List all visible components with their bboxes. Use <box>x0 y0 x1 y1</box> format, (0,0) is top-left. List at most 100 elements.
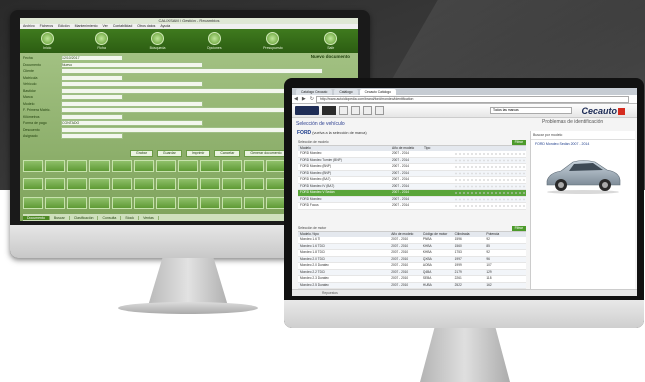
form-field[interactable] <box>61 100 203 107</box>
browser-tab[interactable]: Catálogo <box>334 89 358 95</box>
browser-tab[interactable]: Cecauto Catálogo <box>359 89 397 95</box>
bottom-tab[interactable]: Consulta <box>98 215 122 220</box>
model-years: 2007 - 2014 <box>392 196 410 201</box>
model-type <box>422 190 454 196</box>
quick-access-tile[interactable] <box>222 178 243 191</box>
quick-access-tile[interactable] <box>111 178 132 191</box>
menu-item[interactable]: Ver <box>103 24 108 28</box>
quick-access-tile[interactable] <box>23 196 44 209</box>
browser-tab[interactable]: Catálogo Cecauto <box>296 89 333 95</box>
bottom-tab[interactable]: Clasificación <box>70 215 99 220</box>
quick-access-tile[interactable] <box>111 160 132 172</box>
engine-cc: 2179 <box>454 269 462 274</box>
tool-icon-4[interactable] <box>375 106 384 115</box>
toolbar-button[interactable]: Búsqueda <box>150 32 165 50</box>
model-filter-button[interactable]: Filtrar <box>511 140 526 145</box>
quick-access-tile[interactable] <box>177 196 199 209</box>
brand-mark-icon <box>618 108 625 116</box>
quick-access-tile[interactable] <box>244 160 265 172</box>
quick-access-tile[interactable] <box>177 178 199 191</box>
quick-access-tile[interactable] <box>45 160 66 172</box>
toolbar-button[interactable]: Inicio <box>40 32 54 50</box>
quick-access-tile[interactable] <box>111 196 132 209</box>
quick-access-tile[interactable] <box>200 160 221 172</box>
quick-access-tile[interactable] <box>133 160 154 172</box>
menu-item[interactable]: Contabilidad <box>113 24 132 28</box>
form-field[interactable] <box>61 68 323 75</box>
quick-access-tile[interactable] <box>222 160 243 172</box>
form-label: Modelo <box>23 101 35 106</box>
quick-access-tile[interactable] <box>133 196 154 209</box>
toolbar-button[interactable]: Presupuesto <box>263 32 283 50</box>
quick-access-tile[interactable] <box>89 196 110 209</box>
menu-item[interactable]: Mantenimiento <box>75 24 98 28</box>
toolbar-button[interactable]: Salir <box>324 32 338 50</box>
form-field[interactable]: 12/10/2017 <box>61 55 123 62</box>
quick-access-tile[interactable] <box>155 178 176 191</box>
bottom-tab[interactable]: Stock <box>121 215 140 220</box>
quick-access-tile[interactable] <box>45 178 66 191</box>
form-label: Documento <box>23 62 41 67</box>
vehicle-search-button[interactable] <box>295 106 319 115</box>
quick-access-tile[interactable] <box>23 178 44 191</box>
quick-access-tile[interactable] <box>23 160 44 172</box>
model-years: 2007 - 2014 <box>392 183 410 188</box>
quick-access-tile[interactable] <box>67 160 88 172</box>
quick-access-tile[interactable] <box>133 178 154 191</box>
model-year-grid <box>454 164 526 170</box>
tool-icon-3[interactable] <box>363 106 372 115</box>
bottom-tab[interactable]: Ventas <box>139 215 159 220</box>
quick-access-tile[interactable] <box>67 178 88 191</box>
back-arrow-icon[interactable]: ◀ <box>294 96 298 102</box>
form-button[interactable]: Cancelar <box>214 150 241 157</box>
quick-access-tile[interactable] <box>200 196 221 209</box>
tool-icon-1[interactable] <box>339 106 348 115</box>
menu-item[interactable]: Otros datos <box>137 24 155 28</box>
tool-icon-2[interactable] <box>351 106 360 115</box>
form-field[interactable]: Nuevo <box>61 61 203 68</box>
quick-access-tile[interactable] <box>67 196 88 209</box>
form-field[interactable] <box>61 81 203 88</box>
quick-access-tile[interactable] <box>155 160 176 172</box>
form-label: Marca <box>23 95 33 100</box>
model-row[interactable]: FORD Focus 2007 - 2014 <box>298 203 526 210</box>
catalog-button[interactable] <box>322 106 336 115</box>
engine-power: 92 <box>486 250 490 254</box>
form-field[interactable]: CONTADO <box>61 120 203 127</box>
quick-access-tile[interactable] <box>244 196 265 209</box>
quick-access-tile[interactable] <box>45 196 66 209</box>
quick-access-tile[interactable] <box>155 196 176 209</box>
engine-years: 2007 - 2010 <box>391 250 409 254</box>
quick-access-tile[interactable] <box>89 178 110 191</box>
menu-item[interactable]: Archivo <box>23 24 35 28</box>
screen-right: Catálogo Cecauto Catálogo Cecauto Catálogo… <box>292 88 637 296</box>
form-button[interactable]: Grabar <box>130 150 153 157</box>
bottom-tab[interactable]: Documento <box>23 215 50 220</box>
menu-item[interactable]: Ficheros <box>40 24 53 28</box>
brand-dropdown[interactable]: Todos las marcas <box>490 107 572 114</box>
quick-access-tile[interactable] <box>177 160 199 172</box>
form-button[interactable]: Generar documento <box>244 150 288 157</box>
menu-item[interactable]: Edición <box>58 24 69 28</box>
model-year-grid <box>454 177 526 183</box>
form-field[interactable] <box>61 74 123 81</box>
form-field[interactable] <box>61 133 123 140</box>
form-button[interactable]: Imprimir <box>185 150 211 157</box>
toolbar-button[interactable]: Ficha <box>95 32 109 50</box>
form-field[interactable] <box>61 94 123 101</box>
url-input[interactable]: http://www.autoidiopedia.com/brand/ford/… <box>315 95 629 103</box>
form-button[interactable]: Guardar <box>156 150 182 157</box>
engine-filter-button[interactable]: Filtrar <box>511 226 526 231</box>
quick-access-tile[interactable] <box>89 160 110 172</box>
form-field[interactable] <box>61 113 123 120</box>
make-note-link[interactable]: (vuelva a la selección de marca) <box>312 131 366 135</box>
forward-arrow-icon[interactable]: ▶ <box>302 96 306 102</box>
quick-access-tile[interactable] <box>244 178 265 191</box>
reload-icon[interactable]: ↻ <box>310 96 314 102</box>
quick-access-tile[interactable] <box>222 196 243 209</box>
menu-item[interactable]: Ayuda <box>160 24 170 28</box>
quick-access-tile[interactable] <box>200 178 221 191</box>
engine-power: 129 <box>486 269 492 274</box>
bottom-tab[interactable]: Buscar <box>50 215 70 220</box>
toolbar-button[interactable]: Opciones <box>207 32 222 50</box>
